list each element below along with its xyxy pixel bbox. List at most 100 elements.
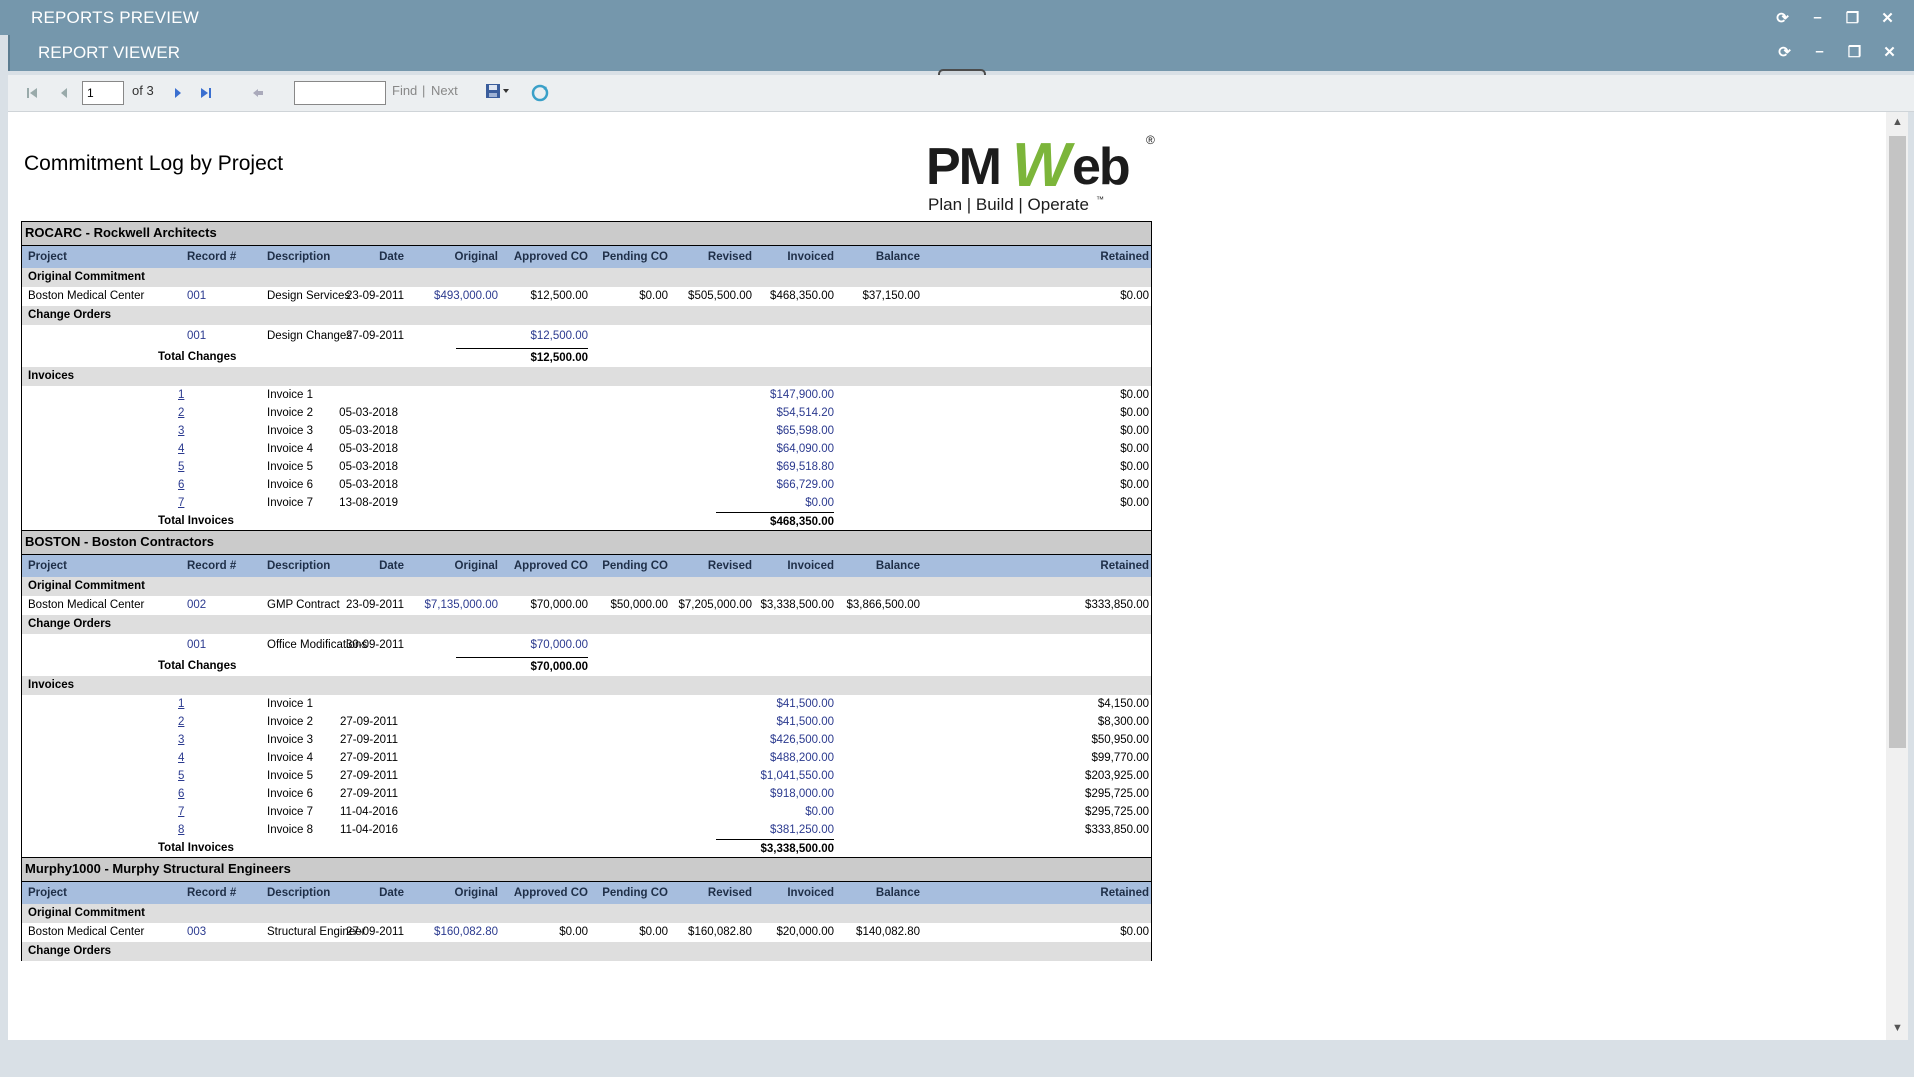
commitment-balance: $3,866,500.00 — [846, 599, 920, 611]
find-link[interactable]: Find — [392, 83, 417, 98]
minimize-icon[interactable]: – — [1809, 9, 1826, 26]
invoice-record-link[interactable]: 6 — [178, 476, 184, 494]
commitment-original[interactable]: $160,082.80 — [410, 923, 498, 942]
invoice-retained: $0.00 — [1120, 443, 1149, 455]
section-change-orders: Change Orders — [21, 615, 1152, 634]
change-order-amount[interactable]: $12,500.00 — [500, 325, 588, 348]
invoice-record-link[interactable]: 4 — [178, 440, 184, 458]
invoice-date: 05-03-2018 — [339, 407, 398, 419]
invoice-amount[interactable]: $65,598.00 — [752, 422, 834, 440]
invoice-record-link[interactable]: 5 — [178, 767, 184, 785]
invoice-row: 4 Invoice 4 27-09-2011 $488,200.00 $99,770.0… — [21, 749, 1152, 767]
refresh-icon[interactable]: ⟳ — [1774, 9, 1791, 27]
commitment-record[interactable]: 001 — [187, 287, 206, 306]
total-invoices-label: Total Invoices — [158, 842, 234, 854]
invoice-record-link[interactable]: 3 — [178, 422, 184, 440]
close-icon[interactable]: ✕ — [1881, 43, 1898, 61]
invoice-amount[interactable]: $147,900.00 — [752, 386, 834, 404]
invoice-date: 27-09-2011 — [340, 788, 398, 800]
invoice-retained: $0.00 — [1120, 407, 1149, 419]
commitment-date: 23-09-2011 — [346, 290, 404, 302]
column-header: Approved CO — [513, 560, 588, 572]
next-page-icon[interactable] — [170, 85, 186, 101]
invoice-row: 2 Invoice 2 27-09-2011 $41,500.00 $8,300.00 — [21, 713, 1152, 731]
next-link[interactable]: Next — [431, 83, 458, 98]
group-title: ROCARC - Rockwell Architects — [25, 225, 217, 240]
last-page-icon[interactable] — [198, 85, 214, 101]
column-header: Approved CO — [513, 251, 588, 263]
page-number-input[interactable] — [82, 81, 124, 105]
commitment-date: 23-09-2011 — [346, 599, 404, 611]
invoice-amount[interactable]: $69,518.80 — [752, 458, 834, 476]
previous-page-icon[interactable] — [56, 85, 72, 101]
invoice-record-link[interactable]: 3 — [178, 731, 184, 749]
invoice-description: Invoice 5 — [267, 461, 314, 473]
invoice-description: Invoice 3 — [267, 425, 314, 437]
invoice-amount[interactable]: $488,200.00 — [752, 749, 834, 767]
invoice-amount[interactable]: $41,500.00 — [752, 695, 834, 713]
total-invoices-value: $3,338,500.00 — [716, 839, 834, 858]
invoice-amount[interactable]: $0.00 — [752, 803, 834, 821]
commitment-retained: $0.00 — [1120, 926, 1149, 938]
invoice-amount[interactable]: $918,000.00 — [752, 785, 834, 803]
first-page-icon[interactable] — [24, 85, 40, 101]
refresh-icon[interactable]: ⟳ — [1776, 43, 1793, 61]
invoice-record-link[interactable]: 1 — [178, 695, 184, 713]
back-icon[interactable] — [250, 85, 266, 101]
invoice-amount[interactable]: $66,729.00 — [752, 476, 834, 494]
change-order-record[interactable]: 001 — [187, 325, 206, 348]
total-invoices-label: Total Invoices — [158, 515, 234, 527]
invoice-description: Invoice 2 — [267, 407, 314, 419]
section-label: Change Orders — [28, 945, 112, 957]
invoice-row: 2 Invoice 2 05-03-2018 $54,514.20 $0.00 — [21, 404, 1152, 422]
invoice-amount[interactable]: $426,500.00 — [752, 731, 834, 749]
column-header: Retained — [1100, 560, 1149, 572]
scroll-up-icon[interactable]: ▲ — [1892, 116, 1903, 128]
column-header: Date — [379, 251, 404, 263]
invoice-record-link[interactable]: 7 — [178, 494, 184, 512]
find-input[interactable] — [294, 81, 386, 105]
invoice-record-link[interactable]: 2 — [178, 713, 184, 731]
invoice-amount[interactable]: $64,090.00 — [752, 440, 834, 458]
section-change-orders: Change Orders — [21, 942, 1152, 961]
invoice-amount[interactable]: $381,250.00 — [752, 821, 834, 839]
refresh-report-icon[interactable] — [531, 84, 549, 102]
scrollbar-thumb[interactable] — [1889, 136, 1906, 748]
minimize-icon[interactable]: – — [1811, 43, 1828, 60]
restore-icon[interactable]: ❐ — [1846, 43, 1863, 61]
change-order-date: 27-09-2011 — [346, 330, 404, 342]
close-icon[interactable]: ✕ — [1879, 9, 1896, 27]
invoice-description: Invoice 6 — [267, 479, 314, 491]
invoice-retained: $0.00 — [1120, 479, 1149, 491]
report-toolbar: of 3 Find | Next — [8, 75, 1914, 112]
commitment-pending-co: $0.00 — [639, 926, 668, 938]
column-header: Pending CO — [602, 887, 668, 899]
invoice-record-link[interactable]: 7 — [178, 803, 184, 821]
invoice-amount[interactable]: $41,500.00 — [752, 713, 834, 731]
commitment-record[interactable]: 003 — [187, 923, 206, 942]
invoice-amount[interactable]: $54,514.20 — [752, 404, 834, 422]
commitment-record[interactable]: 002 — [187, 596, 206, 615]
section-invoices: Invoices — [21, 676, 1152, 695]
change-order-record[interactable]: 001 — [187, 634, 206, 657]
invoice-amount[interactable]: $1,041,550.00 — [752, 767, 834, 785]
commitment-description: GMP Contract — [267, 599, 340, 611]
invoice-record-link[interactable]: 6 — [178, 785, 184, 803]
invoice-record-link[interactable]: 8 — [178, 821, 184, 839]
invoice-retained: $0.00 — [1120, 425, 1149, 437]
invoice-record-link[interactable]: 5 — [178, 458, 184, 476]
invoice-amount[interactable]: $0.00 — [752, 494, 834, 512]
export-icon[interactable] — [485, 83, 511, 99]
change-order-amount[interactable]: $70,000.00 — [500, 634, 588, 657]
total-changes-row: Total Changes $70,000.00 — [21, 657, 1152, 676]
restore-icon[interactable]: ❐ — [1844, 9, 1861, 27]
invoice-record-link[interactable]: 1 — [178, 386, 184, 404]
scroll-down-icon[interactable]: ▼ — [1892, 1022, 1903, 1034]
invoice-retained: $295,725.00 — [1085, 806, 1149, 818]
invoice-description: Invoice 8 — [267, 824, 314, 836]
invoice-record-link[interactable]: 2 — [178, 404, 184, 422]
vertical-scrollbar[interactable]: ▲ ▼ — [1886, 112, 1908, 1040]
commitment-original[interactable]: $493,000.00 — [410, 287, 498, 306]
commitment-original[interactable]: $7,135,000.00 — [410, 596, 498, 615]
invoice-record-link[interactable]: 4 — [178, 749, 184, 767]
